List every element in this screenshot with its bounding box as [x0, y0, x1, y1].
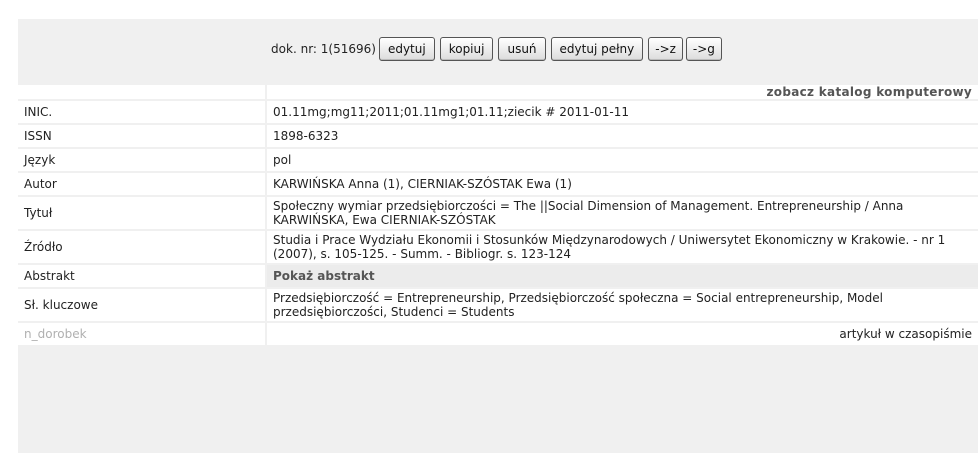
table-row: ISSN 1898-6323	[18, 125, 978, 149]
abstract-cell: Pokaż abstrakt	[267, 265, 978, 289]
field-label: n_dorobek	[18, 323, 267, 347]
field-value: Studia i Prace Wydziału Ekonomii i Stosu…	[267, 231, 978, 265]
field-label: Sł. kluczowe	[18, 289, 267, 323]
field-label: Tytuł	[18, 197, 267, 231]
table-row: zobacz katalog komputerowy	[18, 85, 978, 101]
catalog-cell: zobacz katalog komputerowy	[267, 85, 978, 101]
empty-label-cell	[18, 85, 267, 101]
table-row: Źródło Studia i Prace Wydziału Ekonomii …	[18, 231, 978, 265]
field-value: 1898-6323	[267, 125, 978, 149]
field-value: KARWIŃSKA Anna (1), CIERNIAK-SZÓSTAK Ewa…	[267, 173, 978, 197]
to-z-button[interactable]: ->z	[648, 37, 683, 61]
table-row: Autor KARWIŃSKA Anna (1), CIERNIAK-SZÓST…	[18, 173, 978, 197]
field-label: Abstrakt	[18, 265, 267, 289]
table-row: Sł. kluczowe Przedsiębiorczość = Entrepr…	[18, 289, 978, 323]
table-row: Tytuł Społeczny wymiar przedsiębiorczośc…	[18, 197, 978, 231]
field-label: Źródło	[18, 231, 267, 265]
field-label: ISSN	[18, 125, 267, 149]
document-number: dok. nr: 1(51696)	[271, 42, 376, 56]
field-value: Społeczny wymiar przedsiębiorczości = Th…	[267, 197, 978, 231]
catalog-link[interactable]: zobacz katalog komputerowy	[766, 85, 972, 99]
table-row: INIC. 01.11mg;mg11;2011;01.11mg1;01.11;z…	[18, 101, 978, 125]
document-toolbar: dok. nr: 1(51696) edytuj kopiuj usuń edy…	[18, 35, 978, 63]
edit-full-button[interactable]: edytuj pełny	[550, 37, 644, 61]
show-abstract-link[interactable]: Pokaż abstrakt	[273, 269, 375, 283]
field-label: INIC.	[18, 101, 267, 125]
field-value: 01.11mg;mg11;2011;01.11mg1;01.11;ziecik …	[267, 101, 978, 125]
field-value: artykuł w czasopiśmie	[267, 323, 978, 347]
copy-button[interactable]: kopiuj	[439, 37, 494, 61]
field-value: Przedsiębiorczość = Entrepreneurship, Pr…	[267, 289, 978, 323]
record-panel: dok. nr: 1(51696) edytuj kopiuj usuń edy…	[18, 19, 978, 453]
table-row: n_dorobek artykuł w czasopiśmie	[18, 323, 978, 347]
edit-button[interactable]: edytuj	[378, 37, 435, 61]
field-label: Autor	[18, 173, 267, 197]
table-row: Abstrakt Pokaż abstrakt	[18, 265, 978, 289]
delete-button[interactable]: usuń	[498, 37, 546, 61]
to-g-button[interactable]: ->g	[685, 37, 722, 61]
field-value: pol	[267, 149, 978, 173]
field-label: Język	[18, 149, 267, 173]
table-row: Język pol	[18, 149, 978, 173]
record-table: zobacz katalog komputerowy INIC. 01.11mg…	[18, 85, 978, 347]
